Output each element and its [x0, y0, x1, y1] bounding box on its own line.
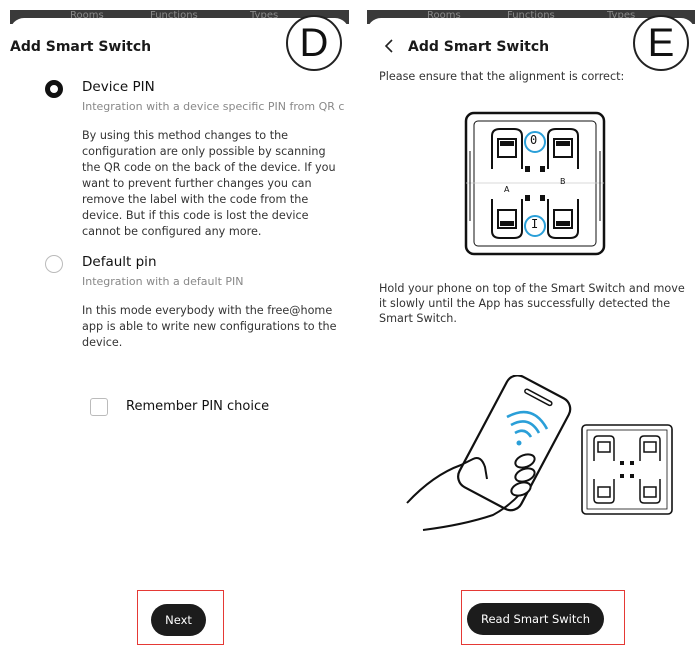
panel-d: Rooms Functions Types Add Smart Switch D…	[10, 10, 349, 651]
device-pin-title[interactable]: Device PIN	[82, 79, 155, 95]
default-pin-description: In this mode everybody with the free@hom…	[82, 304, 337, 349]
device-pin-subtitle: Integration with a device specific PIN f…	[82, 100, 345, 113]
step-label: E	[633, 15, 689, 71]
panel-e: Rooms Functions Types Add Smart Switch E…	[367, 10, 695, 651]
switch-alignment-diagram: 0 I A B	[464, 111, 606, 256]
default-pin-radio[interactable]	[45, 255, 63, 273]
instruction-text: Hold your phone on top of the Smart Swit…	[379, 282, 685, 325]
page-title: Add Smart Switch	[10, 39, 152, 55]
next-button[interactable]: Next	[151, 604, 206, 636]
read-smart-switch-button[interactable]: Read Smart Switch	[467, 603, 604, 635]
default-pin-title[interactable]: Default pin	[82, 254, 157, 270]
device-pin-description: By using this method changes to the conf…	[82, 129, 336, 238]
mark-bottom: I	[531, 217, 539, 231]
default-pin-subtitle: Integration with a default PIN	[82, 275, 244, 288]
page-title: Add Smart Switch	[408, 39, 550, 55]
mark-top: 0	[530, 133, 538, 147]
mark-left: A	[504, 185, 510, 194]
remember-pin-checkbox[interactable]	[90, 398, 108, 416]
remember-pin-label[interactable]: Remember PIN choice	[126, 399, 269, 414]
mark-right: B	[560, 177, 566, 186]
step-label: D	[286, 15, 342, 71]
alignment-text: Please ensure that the alignment is corr…	[379, 70, 625, 83]
phone-hand-illustration	[403, 374, 583, 535]
small-switch-icon	[580, 423, 674, 516]
device-pin-radio[interactable]	[45, 80, 63, 98]
chevron-left-icon[interactable]	[383, 38, 395, 58]
